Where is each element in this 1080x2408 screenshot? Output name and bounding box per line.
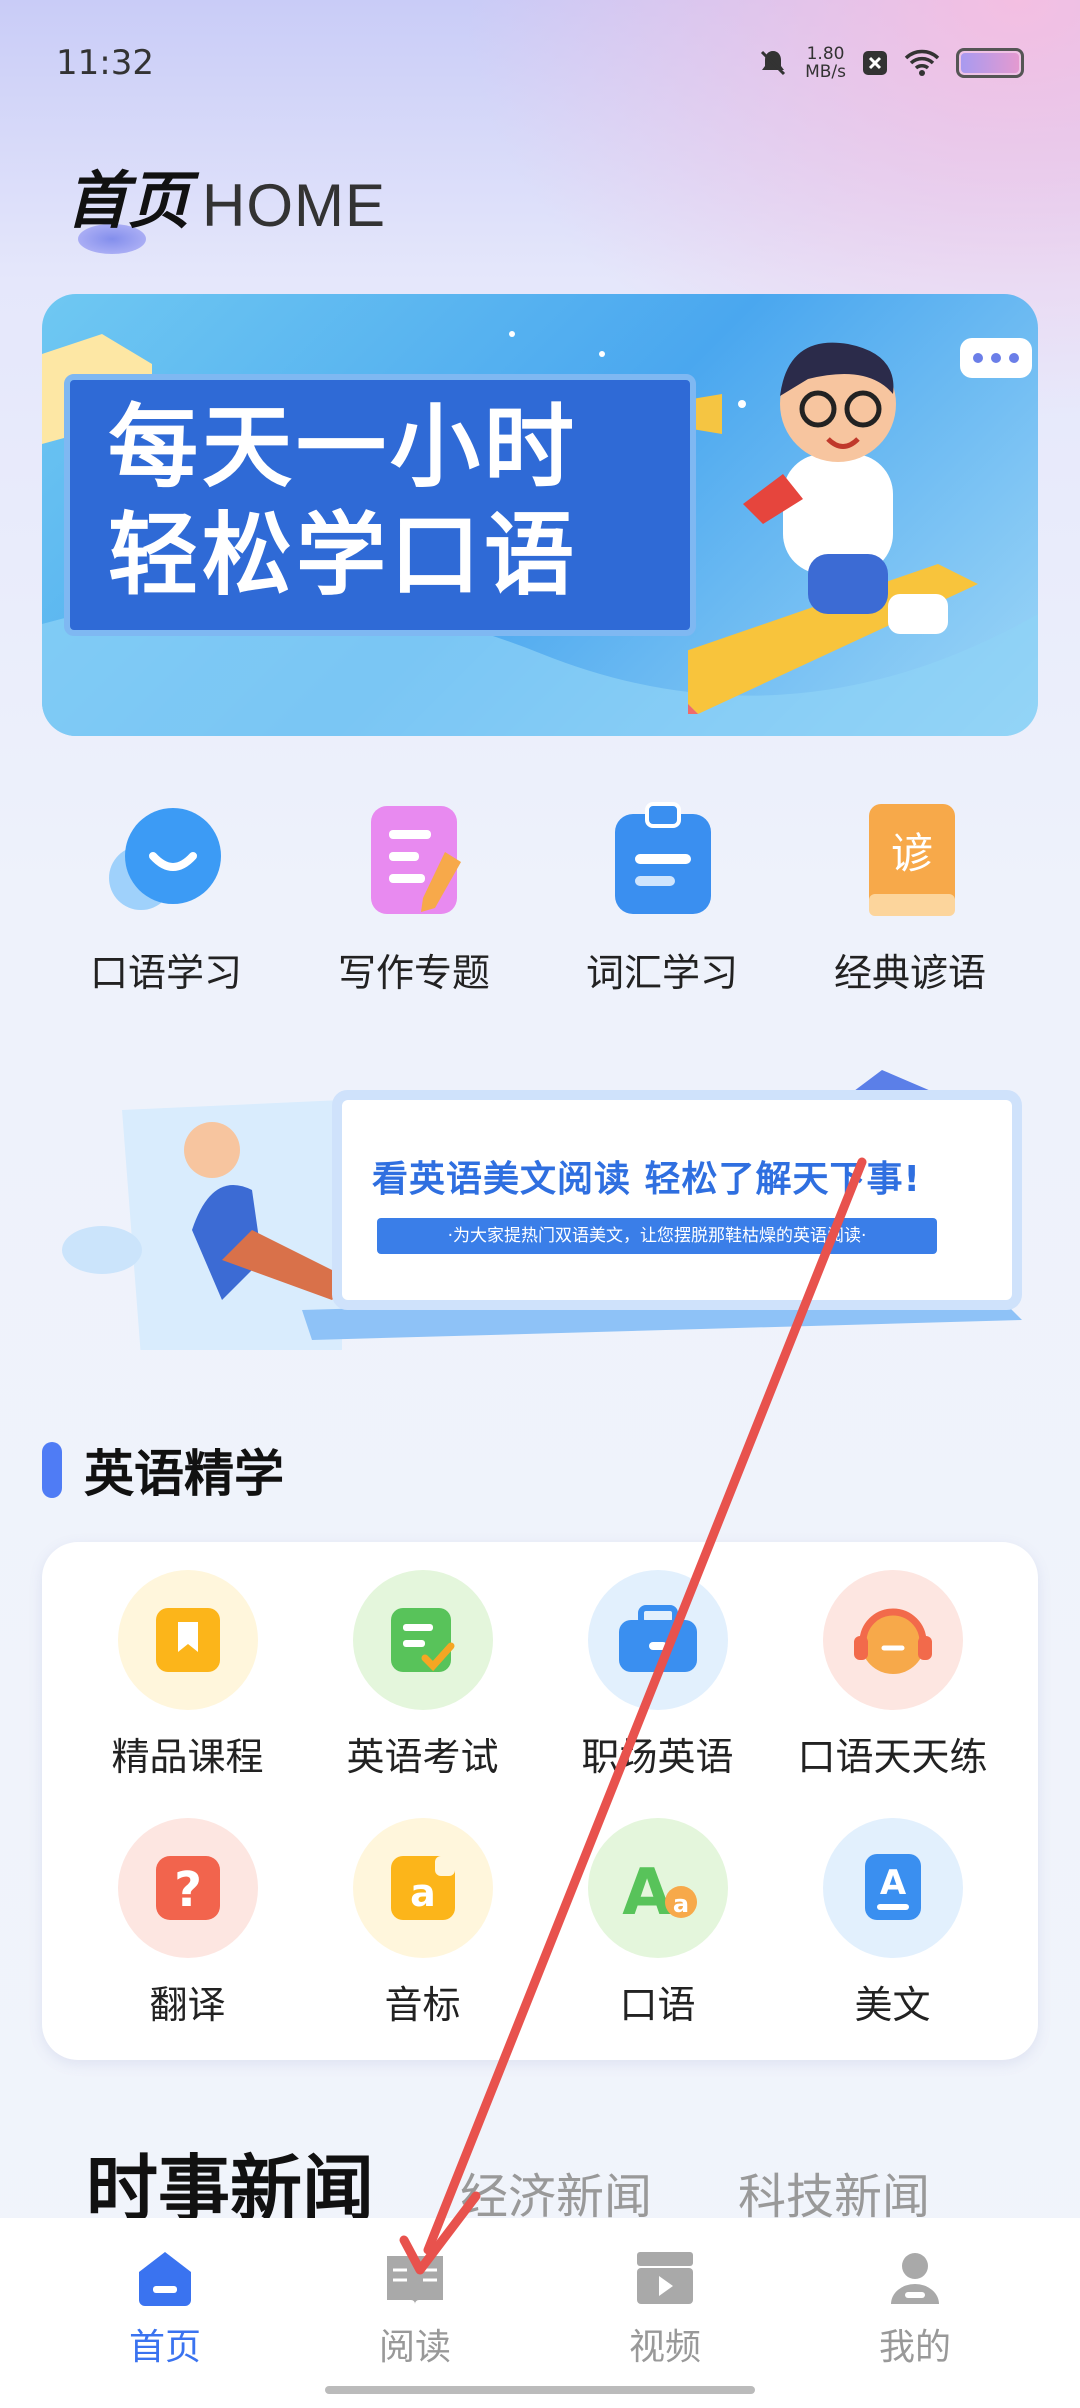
svg-text:?: ? (174, 1862, 202, 1918)
svg-text:A: A (879, 1863, 906, 1903)
nav-home[interactable]: 首页 (40, 2248, 290, 2408)
letter-a-card-icon: A (822, 1818, 963, 1958)
chat-dots-icon (960, 338, 1032, 378)
wifi-icon (904, 49, 940, 76)
book-icon (387, 2256, 443, 2304)
notepad-pen-icon (349, 800, 479, 920)
quick-item-vocabulary[interactable]: 词汇学习 (538, 800, 786, 997)
study-item-essays[interactable]: A 美文 (775, 1818, 1010, 2029)
page-title-cn: 首页 (66, 150, 190, 254)
page-title: 首页 HOME (66, 150, 387, 254)
banner-text: 每天一小时 轻松学口语 (108, 395, 578, 608)
question-icon: ? (117, 1818, 258, 1958)
nav-video[interactable]: 视频 (540, 2248, 790, 2408)
quick-item-proverbs[interactable]: 谚 经典谚语 (786, 800, 1034, 997)
headset-icon (822, 1570, 963, 1710)
battery-icon (956, 48, 1024, 78)
study-item-courses[interactable]: 精品课程 (70, 1570, 305, 1781)
network-speed: 1.80 MB/s (805, 44, 846, 82)
page-title-en: HOME (202, 172, 387, 239)
svg-text:a: a (410, 1871, 436, 1915)
letters-aa-icon: Aa (587, 1818, 728, 1958)
reading-banner-subline: ·为大家提热门双语美文，让您摆脱那鞋枯燥的英语阅读· (377, 1218, 937, 1254)
study-item-exam[interactable]: 英语考试 (305, 1570, 540, 1781)
section-title: 英语精学 (84, 1445, 284, 1503)
nav-reading[interactable]: 阅读 (290, 2248, 540, 2408)
study-item-workplace[interactable]: 职场英语 (540, 1570, 775, 1781)
status-icons: 1.80 MB/s (757, 45, 1024, 81)
mute-bell-icon (761, 50, 786, 76)
bookmark-book-icon (117, 1570, 258, 1710)
study-item-phonetics[interactable]: a 音标 (305, 1818, 540, 2029)
home-icon (139, 2252, 191, 2306)
svg-text:a: a (672, 1890, 688, 1918)
quick-item-writing[interactable]: 写作专题 (290, 800, 538, 997)
reading-banner-headline: 看英语美文阅读 轻松了解天下事! (372, 1159, 921, 1200)
briefcase-icon (587, 1570, 728, 1710)
reading-promo-banner[interactable]: 看英语美文阅读 轻松了解天下事! ·为大家提热门双语美文，让您摆脱那鞋枯燥的英语… (42, 1050, 1038, 1350)
svg-text:A: A (622, 1856, 672, 1926)
profile-icon (891, 2253, 939, 2304)
section-accent-bar (42, 1442, 62, 1498)
notification-x-icon (863, 51, 887, 75)
status-bar: 11:32 1.80 MB/s (56, 40, 1024, 86)
study-item-daily-speaking[interactable]: 口语天天练 (775, 1570, 1010, 1781)
section-header: 英语精学 (42, 1434, 284, 1506)
hero-banner[interactable]: 每天一小时 轻松学口语 (42, 294, 1038, 736)
letter-a-icon: a (352, 1818, 493, 1958)
study-row-1: 精品课程 英语考试 职场英语 口语天天练 (42, 1570, 1038, 1781)
video-icon (637, 2252, 693, 2304)
study-row-2: ? 翻译 a 音标 Aa 口语 A 美文 (42, 1818, 1038, 2029)
svg-text:谚: 谚 (891, 829, 933, 878)
quick-entry-grid: 口语学习 写作专题 词汇学习 谚 经典谚语 (0, 800, 1080, 997)
proverb-book-icon: 谚 (845, 800, 975, 920)
cartoon-boy-on-pencil-icon (688, 342, 978, 714)
chat-bubble-icon (101, 800, 231, 920)
study-item-oral[interactable]: Aa 口语 (540, 1818, 775, 2029)
study-item-translate[interactable]: ? 翻译 (70, 1818, 305, 2029)
gesture-home-bar[interactable] (325, 2386, 755, 2394)
quick-item-speaking[interactable]: 口语学习 (42, 800, 290, 997)
status-time: 11:32 (56, 43, 154, 83)
bottom-nav: 首页 阅读 视频 我的 (0, 2218, 1080, 2408)
clipboard-icon (597, 800, 727, 920)
nav-profile[interactable]: 我的 (790, 2248, 1040, 2408)
check-note-icon (352, 1570, 493, 1710)
study-grid-card: 精品课程 英语考试 职场英语 口语天天练 ? 翻译 a 音标 A a 口语 A … (42, 1542, 1038, 2060)
